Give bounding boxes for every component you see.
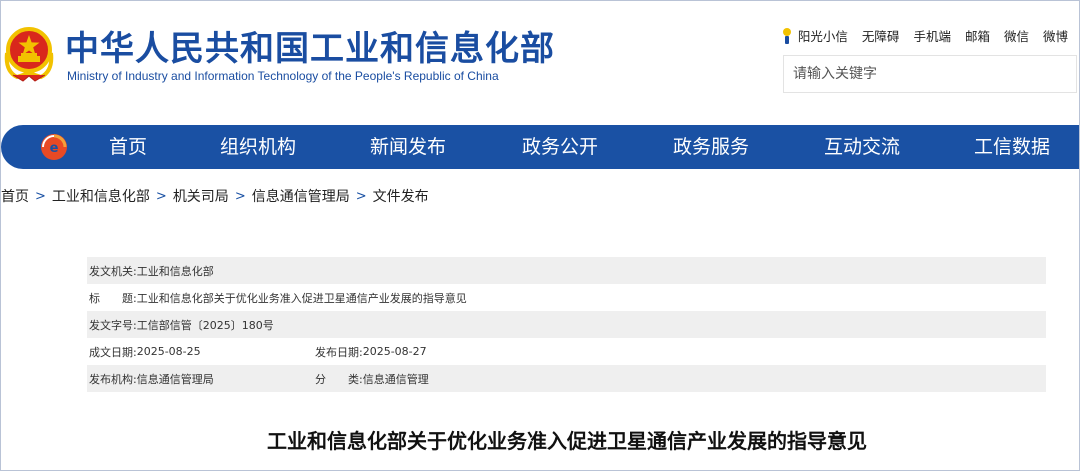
breadcrumb-home[interactable]: 首页 (1, 186, 29, 206)
category-value: 信息通信管理 (362, 372, 429, 386)
svg-text:e: e (50, 141, 59, 156)
doc-no-label: 发文字号: (89, 318, 137, 332)
nav-item-services[interactable]: 政务服务 (673, 125, 749, 169)
chevron-right-icon: > (355, 188, 367, 204)
chevron-right-icon: > (234, 188, 246, 204)
breadcrumb: 首页 > 工业和信息化部 > 机关司局 > 信息通信管理局 > 文件发布 (1, 186, 429, 206)
created-date-label: 成文日期: (89, 345, 137, 359)
published-date-value: 2025-08-27 (362, 345, 427, 358)
top-link-sunshine-label[interactable]: 阳光小信 (798, 26, 848, 45)
site-title: 中华人民共和国工业和信息化部 (65, 29, 555, 69)
org-label: 发布机构: (89, 372, 137, 386)
info-row-title: 标 题: 工业和信息化部关于优化业务准入促进卫星通信产业发展的指导意见 (87, 284, 1046, 311)
miit-logo-icon[interactable]: e (39, 132, 69, 162)
top-link-weibo[interactable]: 微博 (1043, 26, 1068, 45)
category-label: 分 类: (315, 372, 363, 386)
sunshine-icon (782, 27, 791, 44)
page: 中华人民共和国工业和信息化部 Ministry of Industry and … (0, 0, 1080, 471)
top-link-mobile[interactable]: 手机端 (913, 26, 951, 45)
document-info-table: 发文机关: 工业和信息化部 标 题: 工业和信息化部关于优化业务准入促进卫星通信… (87, 257, 1046, 392)
title-label: 标 题: (89, 291, 137, 305)
nav-item-interaction[interactable]: 互动交流 (824, 125, 900, 169)
search-box (783, 55, 1077, 93)
nav-item-organization[interactable]: 组织机构 (220, 125, 296, 169)
breadcrumb-ministry[interactable]: 工业和信息化部 (52, 186, 150, 206)
chevron-right-icon: > (155, 188, 167, 204)
info-row-org: 发布机构: 信息通信管理局 分 类: 信息通信管理 (87, 365, 1046, 392)
doc-no-value: 工信部信管〔2025〕180号 (136, 318, 274, 332)
nav-item-data[interactable]: 工信数据 (974, 125, 1050, 169)
top-links: 阳光小信 无障碍 手机端 邮箱 微信 微博 (780, 26, 1068, 45)
issuer-label: 发文机关: (89, 264, 137, 278)
top-link-sunshine[interactable]: 阳光小信 (780, 26, 848, 45)
issuer-value: 工业和信息化部 (136, 264, 214, 278)
top-link-mail[interactable]: 邮箱 (965, 26, 990, 45)
breadcrumb-departments[interactable]: 机关司局 (173, 186, 229, 206)
top-link-accessible[interactable]: 无障碍 (862, 26, 900, 45)
info-row-doc-no: 发文字号: 工信部信管〔2025〕180号 (87, 311, 1046, 338)
nav-item-public-affairs[interactable]: 政务公开 (522, 125, 598, 169)
document-title: 工业和信息化部关于优化业务准入促进卫星通信产业发展的指导意见 (267, 429, 867, 453)
main-nav: e 首页 组织机构 新闻发布 政务公开 政务服务 互动交流 工信数据 (1, 125, 1079, 169)
published-date-label: 发布日期: (315, 345, 363, 359)
chevron-right-icon: > (35, 188, 46, 204)
created-date-value: 2025-08-25 (136, 345, 201, 358)
search-input[interactable] (784, 56, 1076, 92)
national-emblem-icon (4, 27, 54, 82)
info-row-dates: 成文日期: 2025-08-25 发布日期: 2025-08-27 (87, 338, 1046, 365)
nav-item-news[interactable]: 新闻发布 (370, 125, 446, 169)
breadcrumb-docs[interactable]: 文件发布 (373, 186, 429, 206)
title-value: 工业和信息化部关于优化业务准入促进卫星通信产业发展的指导意见 (136, 291, 467, 305)
info-row-issuer: 发文机关: 工业和信息化部 (87, 257, 1046, 284)
nav-item-home[interactable]: 首页 (109, 125, 147, 169)
org-value: 信息通信管理局 (136, 372, 214, 386)
site-subtitle-en: Ministry of Industry and Information Tec… (67, 69, 499, 83)
top-link-wechat[interactable]: 微信 (1004, 26, 1029, 45)
breadcrumb-bureau[interactable]: 信息通信管理局 (252, 186, 350, 206)
